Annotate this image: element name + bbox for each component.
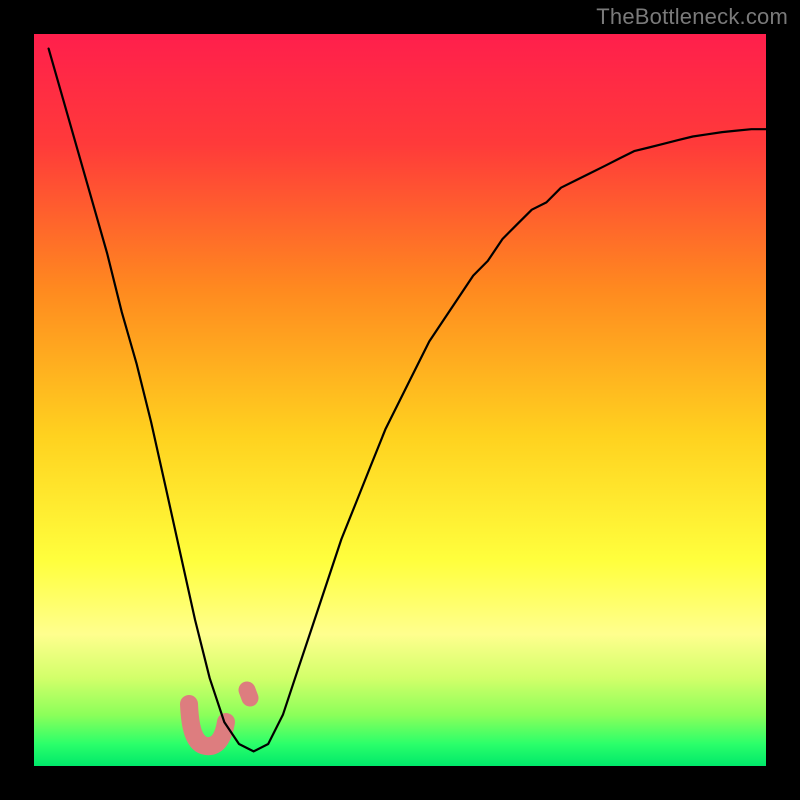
chart-frame: TheBottleneck.com	[0, 0, 800, 800]
bottleneck-curve	[49, 49, 766, 752]
highlight-marker	[247, 690, 250, 698]
plot-area	[34, 34, 766, 766]
curve-layer	[34, 34, 766, 766]
highlight-markers	[189, 690, 250, 746]
attribution-text: TheBottleneck.com	[596, 4, 788, 30]
